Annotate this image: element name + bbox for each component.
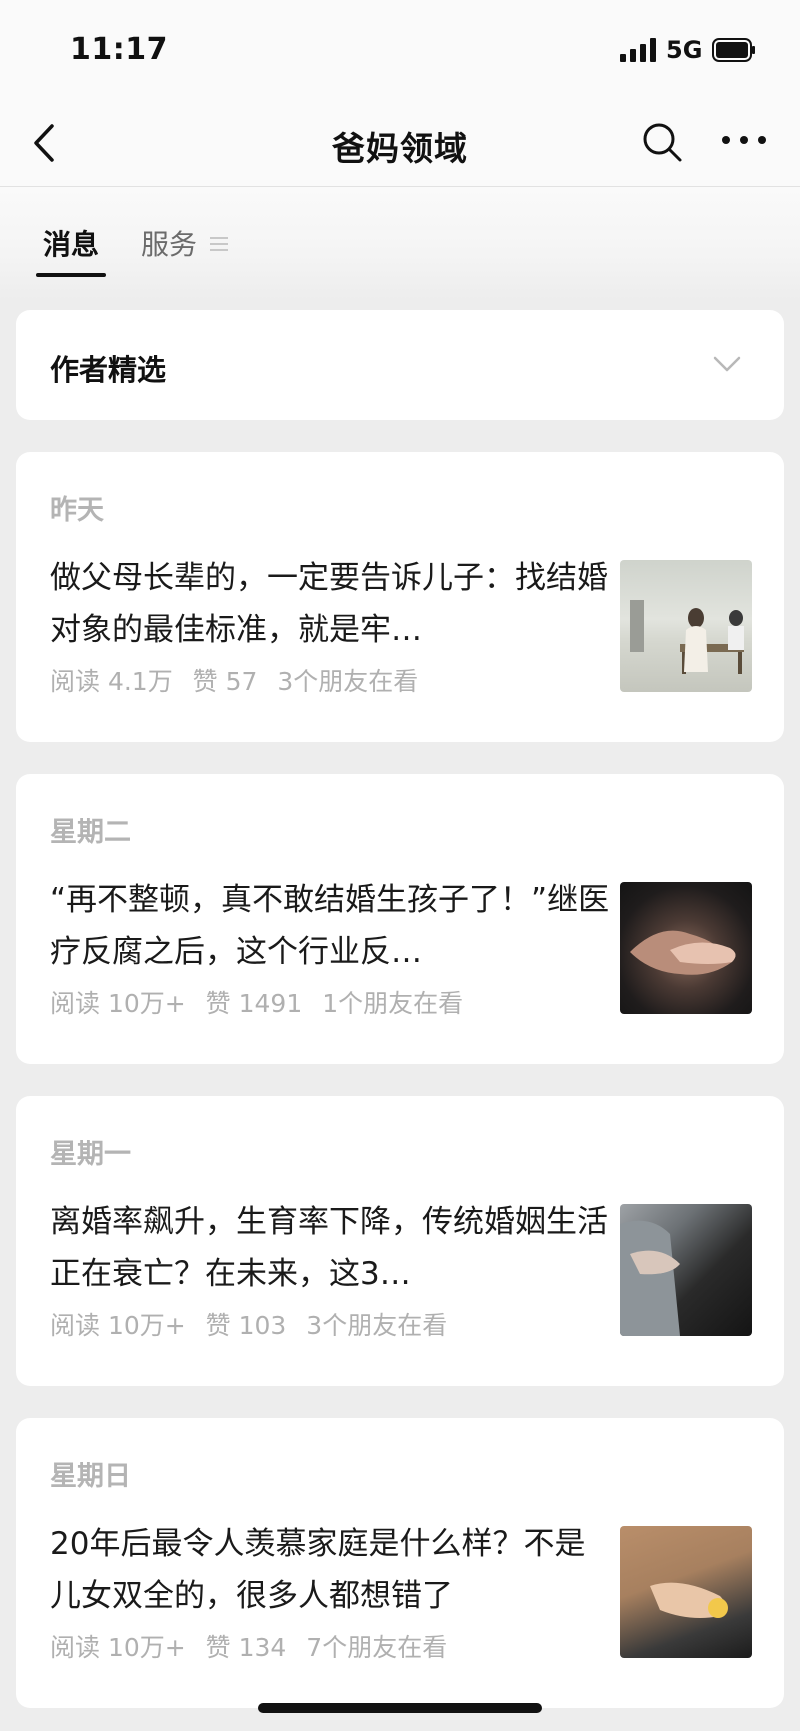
article-date: 星期日 xyxy=(50,1461,131,1492)
article-friends-watching: 1个朋友在看 xyxy=(322,989,464,1018)
article-likes: 赞 134 xyxy=(205,1633,287,1662)
article-meta: 阅读 10万+ 赞 1491 1个朋友在看 xyxy=(50,984,475,1020)
network-label: 5G xyxy=(666,36,703,64)
battery-icon xyxy=(712,38,755,62)
article-reads: 阅读 4.1万 xyxy=(50,667,173,696)
article-likes: 赞 57 xyxy=(192,667,258,696)
article-friends-watching: 3个朋友在看 xyxy=(306,1311,448,1340)
article-date: 星期二 xyxy=(50,817,131,848)
thumbnail-image[interactable] xyxy=(620,560,752,692)
thumbnail-image[interactable] xyxy=(620,882,752,1014)
tab-news[interactable]: 消息 xyxy=(43,223,99,263)
more-icon[interactable] xyxy=(718,128,770,152)
active-tab-indicator xyxy=(36,273,106,277)
article-likes: 赞 1491 xyxy=(205,989,303,1018)
article-friends-watching: 7个朋友在看 xyxy=(306,1633,448,1662)
article-card[interactable]: 昨天 做父母长辈的，一定要告诉儿子：找结婚对象的最佳标准，就是牢… 阅读 4.1… xyxy=(16,452,784,742)
article-card[interactable]: 星期日 20年后最令人羡慕家庭是什么样？不是儿女双全的，很多人都想错了 阅读 1… xyxy=(16,1418,784,1708)
article-meta: 阅读 10万+ 赞 134 7个朋友在看 xyxy=(50,1628,459,1664)
tab-bar: 消息 服务 xyxy=(0,187,800,300)
article-card[interactable]: 星期二 “再不整顿，真不敢结婚生孩子了！”继医疗反腐之后，这个行业反… 阅读 1… xyxy=(16,774,784,1064)
menu-lines-icon[interactable] xyxy=(208,235,230,253)
article-title[interactable]: 离婚率飙升，生育率下降，传统婚姻生活正在衰亡？在未来，这3… xyxy=(50,1196,610,1300)
thumbnail-image[interactable] xyxy=(620,1204,752,1336)
article-meta: 阅读 4.1万 赞 57 3个朋友在看 xyxy=(50,662,430,698)
article-title[interactable]: 20年后最令人羡慕家庭是什么样？不是儿女双全的，很多人都想错了 xyxy=(50,1518,610,1622)
author-picks-selector[interactable]: 作者精选 xyxy=(16,310,784,420)
signal-icon xyxy=(620,38,656,62)
thumbnail-image[interactable] xyxy=(620,1526,752,1658)
article-meta: 阅读 10万+ 赞 103 3个朋友在看 xyxy=(50,1306,459,1342)
article-reads: 阅读 10万+ xyxy=(50,989,186,1018)
article-title[interactable]: 做父母长辈的，一定要告诉儿子：找结婚对象的最佳标准，就是牢… xyxy=(50,552,610,656)
nav-bar: 爸妈领域 xyxy=(0,100,800,187)
article-date: 星期一 xyxy=(50,1139,131,1170)
article-date: 昨天 xyxy=(50,495,104,526)
article-card[interactable]: 星期一 离婚率飙升，生育率下降，传统婚姻生活正在衰亡？在未来，这3… 阅读 10… xyxy=(16,1096,784,1386)
home-indicator xyxy=(258,1703,542,1713)
search-icon[interactable] xyxy=(640,120,684,164)
article-reads: 阅读 10万+ xyxy=(50,1633,186,1662)
author-picks-title: 作者精选 xyxy=(50,353,167,387)
status-bar: 11:17 5G xyxy=(0,0,800,100)
tab-service[interactable]: 服务 xyxy=(141,223,197,263)
article-reads: 阅读 10万+ xyxy=(50,1311,186,1340)
article-likes: 赞 103 xyxy=(205,1311,287,1340)
article-title[interactable]: “再不整顿，真不敢结婚生孩子了！”继医疗反腐之后，这个行业反… xyxy=(50,874,610,978)
status-time: 11:17 xyxy=(70,32,168,67)
article-friends-watching: 3个朋友在看 xyxy=(277,667,419,696)
chevron-down-icon[interactable] xyxy=(712,354,742,374)
